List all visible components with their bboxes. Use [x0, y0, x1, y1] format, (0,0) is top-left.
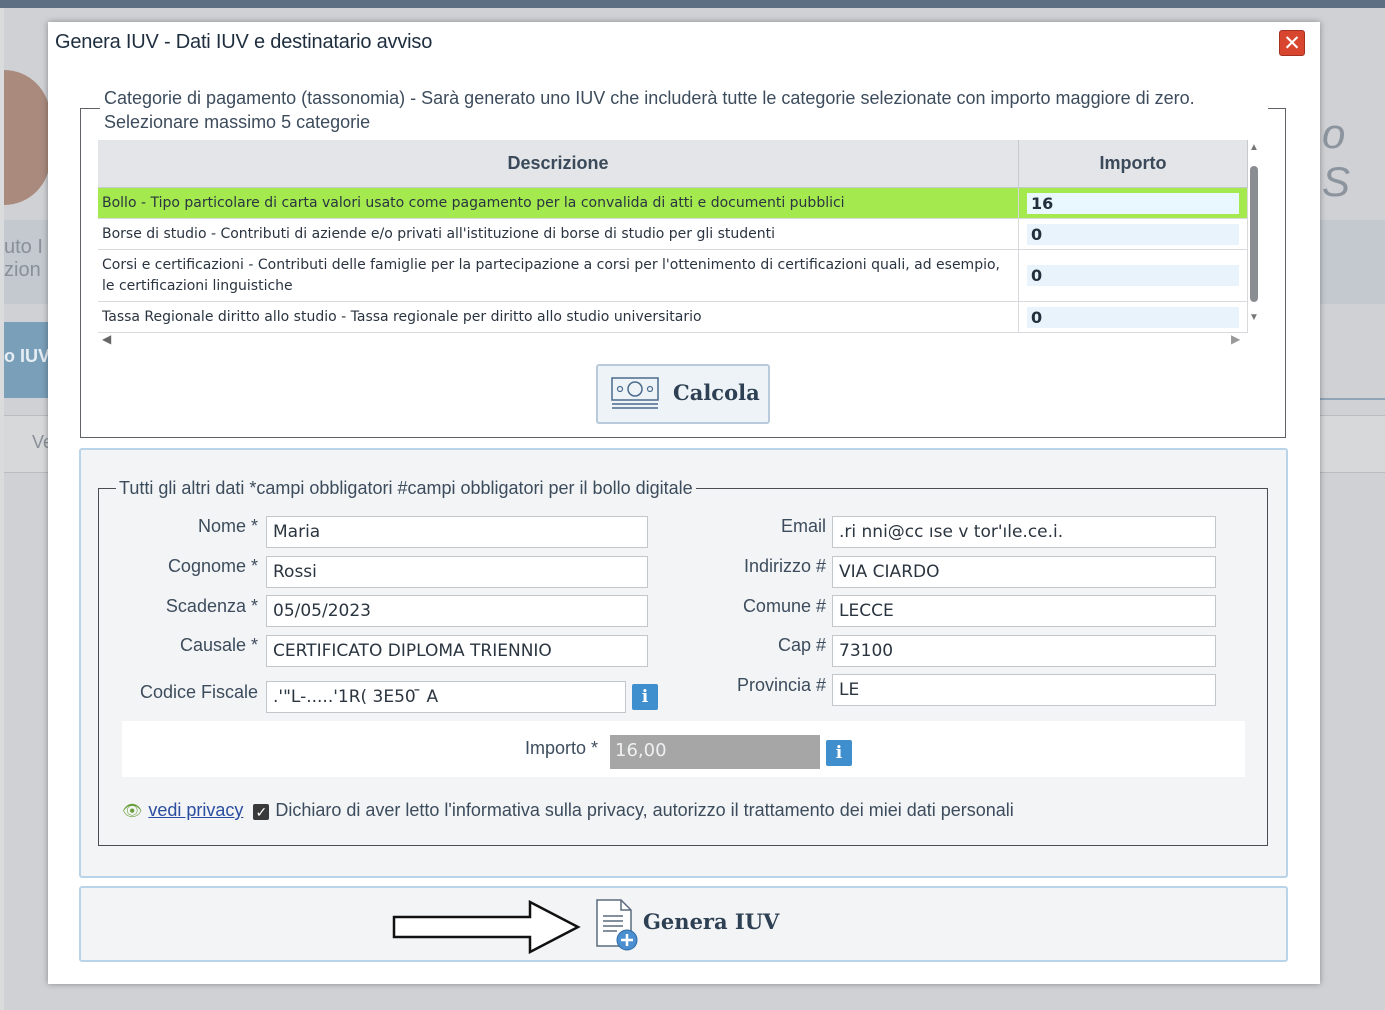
- privacy-link[interactable]: vedi privacy: [148, 800, 243, 820]
- cognome-input[interactable]: Rossi: [266, 556, 648, 588]
- causale-input[interactable]: CERTIFICATO DIPLOMA TRIENNIO: [266, 635, 648, 667]
- table-row[interactable]: Corsi e certificazioni - Contributi dell…: [98, 249, 1248, 302]
- causale-label: Causale *: [179, 635, 258, 655]
- nome-input[interactable]: Maria: [266, 516, 648, 548]
- category-amount-cell: 0: [1018, 301, 1248, 333]
- importo-info-icon[interactable]: i: [826, 740, 852, 766]
- genera-iuv-dialog: Genera IUV - Dati IUV e destinatario avv…: [48, 22, 1320, 984]
- category-amount-input[interactable]: 0: [1027, 265, 1239, 286]
- table-row[interactable]: Tassa Regionale diritto allo studio - Ta…: [98, 301, 1248, 333]
- document-add-icon: [596, 899, 638, 951]
- categories-table-container: Descrizione Importo Bollo - Tipo partico…: [98, 140, 1248, 350]
- money-icon: [611, 377, 659, 409]
- scroll-down-icon[interactable]: ▼: [1249, 312, 1259, 323]
- vertical-scrollbar[interactable]: ▲ ▼: [1246, 140, 1262, 326]
- nome-label: Nome *: [197, 516, 258, 536]
- category-description[interactable]: Borse di studio - Contributi di aziende …: [98, 218, 1019, 250]
- category-amount-input[interactable]: 16: [1027, 192, 1239, 214]
- background-left-band: uto I zion: [4, 220, 50, 304]
- codice-fiscale-label: Codice Fiscale: [139, 682, 258, 702]
- background-top-bar: [0, 0, 1385, 8]
- background-tab-label: o IUV: [4, 346, 51, 366]
- column-header-importo[interactable]: Importo: [1018, 140, 1248, 188]
- column-header-descrizione[interactable]: Descrizione: [98, 140, 1019, 188]
- category-amount-cell: 0: [1018, 249, 1248, 302]
- table-row[interactable]: Bollo - Tipo particolare di carta valori…: [98, 187, 1248, 219]
- calcola-label: Calcola: [673, 380, 760, 405]
- scadenza-input[interactable]: 05/05/2023: [266, 595, 648, 627]
- background-row: [1320, 415, 1385, 473]
- privacy-row: 👁 vedi privacy ✓ Dichiaro di aver letto l'i…: [122, 800, 1014, 821]
- cognome-label: Cognome *: [167, 556, 258, 576]
- codice-fiscale-input[interactable]: .'"L-.....'1R( 3E50 ̄ A: [266, 681, 626, 713]
- email-input[interactable]: .ri nni@cc ıse v tor'ıle.ce.i.: [832, 516, 1216, 548]
- privacy-checkbox[interactable]: ✓: [253, 804, 270, 820]
- dialog-title: Genera IUV - Dati IUV e destinatario avv…: [55, 31, 433, 53]
- cap-input[interactable]: 73100: [832, 635, 1216, 667]
- scroll-right-icon[interactable]: ▶: [1231, 332, 1240, 346]
- categories-table: Descrizione Importo Bollo - Tipo partico…: [98, 140, 1248, 333]
- categories-legend: Categorie di pagamento (tassonomia) - Sa…: [100, 86, 1268, 134]
- provincia-label: Provincia #: [736, 675, 826, 695]
- cap-label: Cap #: [777, 635, 826, 655]
- genera-iuv-button[interactable]: Genera IUV: [593, 898, 793, 952]
- comune-input[interactable]: LECCE: [832, 595, 1216, 627]
- category-description[interactable]: Bollo - Tipo particolare di carta valori…: [98, 187, 1019, 219]
- category-amount-cell: 16: [1018, 187, 1248, 219]
- category-amount-input[interactable]: 0: [1027, 306, 1239, 328]
- privacy-consent-text: Dichiaro di aver letto l'informativa sul…: [275, 800, 1014, 820]
- right-arrow-icon: [392, 900, 581, 954]
- scroll-left-icon[interactable]: ◀: [102, 332, 111, 346]
- background-row: Ve: [4, 415, 54, 473]
- comune-label: Comune #: [742, 596, 826, 616]
- scadenza-label: Scadenza *: [165, 596, 258, 616]
- indirizzo-input[interactable]: VIA CIARDO: [832, 556, 1216, 588]
- email-label: Email: [780, 516, 826, 536]
- category-amount-cell: 0: [1018, 218, 1248, 250]
- provincia-input[interactable]: LE: [832, 674, 1216, 706]
- background-heading: o S: [1322, 110, 1351, 205]
- category-description[interactable]: Tassa Regionale diritto allo studio - Ta…: [98, 301, 1019, 333]
- table-row[interactable]: Borse di studio - Contributi di aziende …: [98, 218, 1248, 250]
- privacy-icon: 👁: [122, 803, 143, 820]
- category-description[interactable]: Corsi e certificazioni - Contributi dell…: [98, 249, 1019, 302]
- background-text: Ve: [32, 432, 54, 452]
- category-amount-input[interactable]: 0: [1027, 223, 1239, 245]
- importo-label: Importo *: [524, 738, 598, 758]
- background-tab: o IUV: [4, 322, 50, 398]
- scrollbar-thumb[interactable]: [1250, 166, 1258, 302]
- importo-input: 16,00: [610, 735, 820, 769]
- background-divider: [1320, 398, 1385, 400]
- background-text: uto I: [4, 236, 43, 258]
- close-icon[interactable]: ✕: [1279, 30, 1305, 56]
- calcola-button[interactable]: Calcola: [596, 364, 770, 424]
- background-right-band: [1320, 220, 1385, 304]
- scroll-up-icon[interactable]: ▲: [1249, 142, 1259, 153]
- genera-iuv-label: Genera IUV: [643, 909, 780, 934]
- indirizzo-label: Indirizzo #: [743, 556, 826, 576]
- other-data-legend: Tutti gli altri dati *campi obbligatori …: [116, 478, 696, 499]
- background-text: zion: [4, 259, 41, 281]
